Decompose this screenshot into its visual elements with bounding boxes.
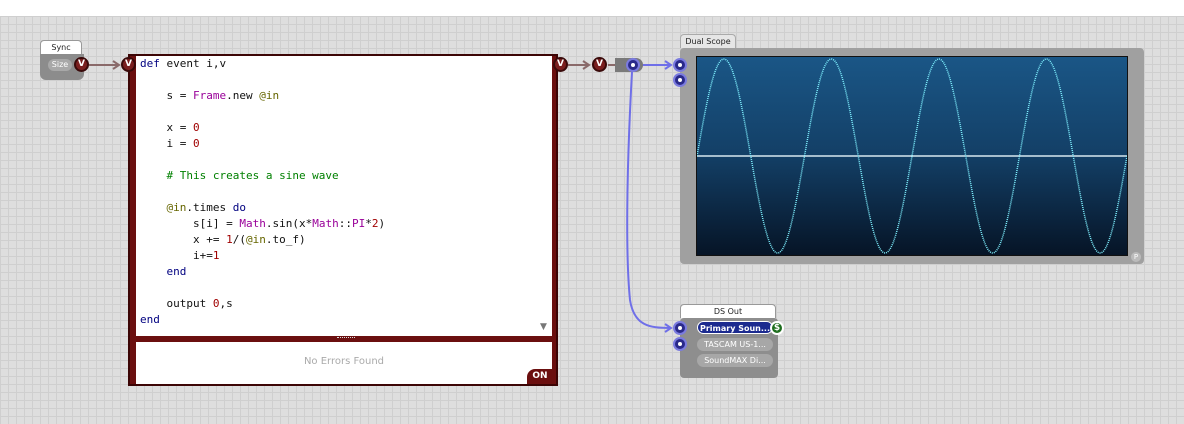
code-line: x = 0 [140,121,200,134]
ruby-input-port[interactable]: V [121,57,136,72]
sync-output-port[interactable]: V [74,57,89,72]
wire-to-dsout [626,71,671,329]
code-line: @in.times do [166,201,246,214]
error-output: No Errors Found [136,342,552,384]
dsout-module-title[interactable]: DS Out [680,304,776,318]
code-line [136,184,552,200]
sync-size-label: Size [48,59,72,71]
code-editor[interactable]: def event i,v s = Frame.new @in x = 0 i … [136,56,552,336]
code-line [136,280,552,296]
device-item-primary[interactable]: Primary Soun... [697,321,773,334]
bus-output-port[interactable] [626,58,640,72]
on-toggle-button[interactable]: ON [527,369,553,384]
ruby-output-port[interactable]: V [553,57,568,72]
code-line: x += 1/(@in.to_f) [140,233,306,246]
resize-grip-icon[interactable] [337,337,355,340]
code-line: s[i] = Math.sin(x*Math::PI*2) [140,217,386,230]
dollar-icon[interactable]: $ [770,321,784,335]
code-line [136,152,552,168]
scope-module-title[interactable]: Dual Scope [680,34,736,48]
scope-input-port-2[interactable] [673,73,687,87]
sync-module-title[interactable]: Sync [40,40,82,54]
code-line: s = Frame.new @in [140,89,280,102]
code-line: def event i,v [140,57,227,70]
code-line: end [140,313,160,326]
code-line: output 0,s [140,297,233,310]
device-item-tascam[interactable]: TASCAM US-1... [697,338,773,351]
code-line [136,72,552,88]
code-line: end [166,265,187,278]
dsout-input-port-2[interactable] [673,337,687,351]
code-line: i+=1 [140,249,220,262]
dsout-input-port-1[interactable] [673,321,687,335]
scope-display [696,56,1128,256]
code-line: # This creates a sine wave [140,169,339,182]
code-line: i = 0 [140,137,200,150]
code-line [136,104,552,120]
device-item-soundmax[interactable]: SoundMAX Di... [697,354,773,367]
scroll-down-icon[interactable]: ▼ [540,322,547,332]
scope-corner-badge[interactable]: P [1131,252,1141,262]
scope-trace-svg [696,58,1128,254]
connector-port[interactable]: V [592,57,607,72]
scope-input-port-1[interactable] [673,58,687,72]
